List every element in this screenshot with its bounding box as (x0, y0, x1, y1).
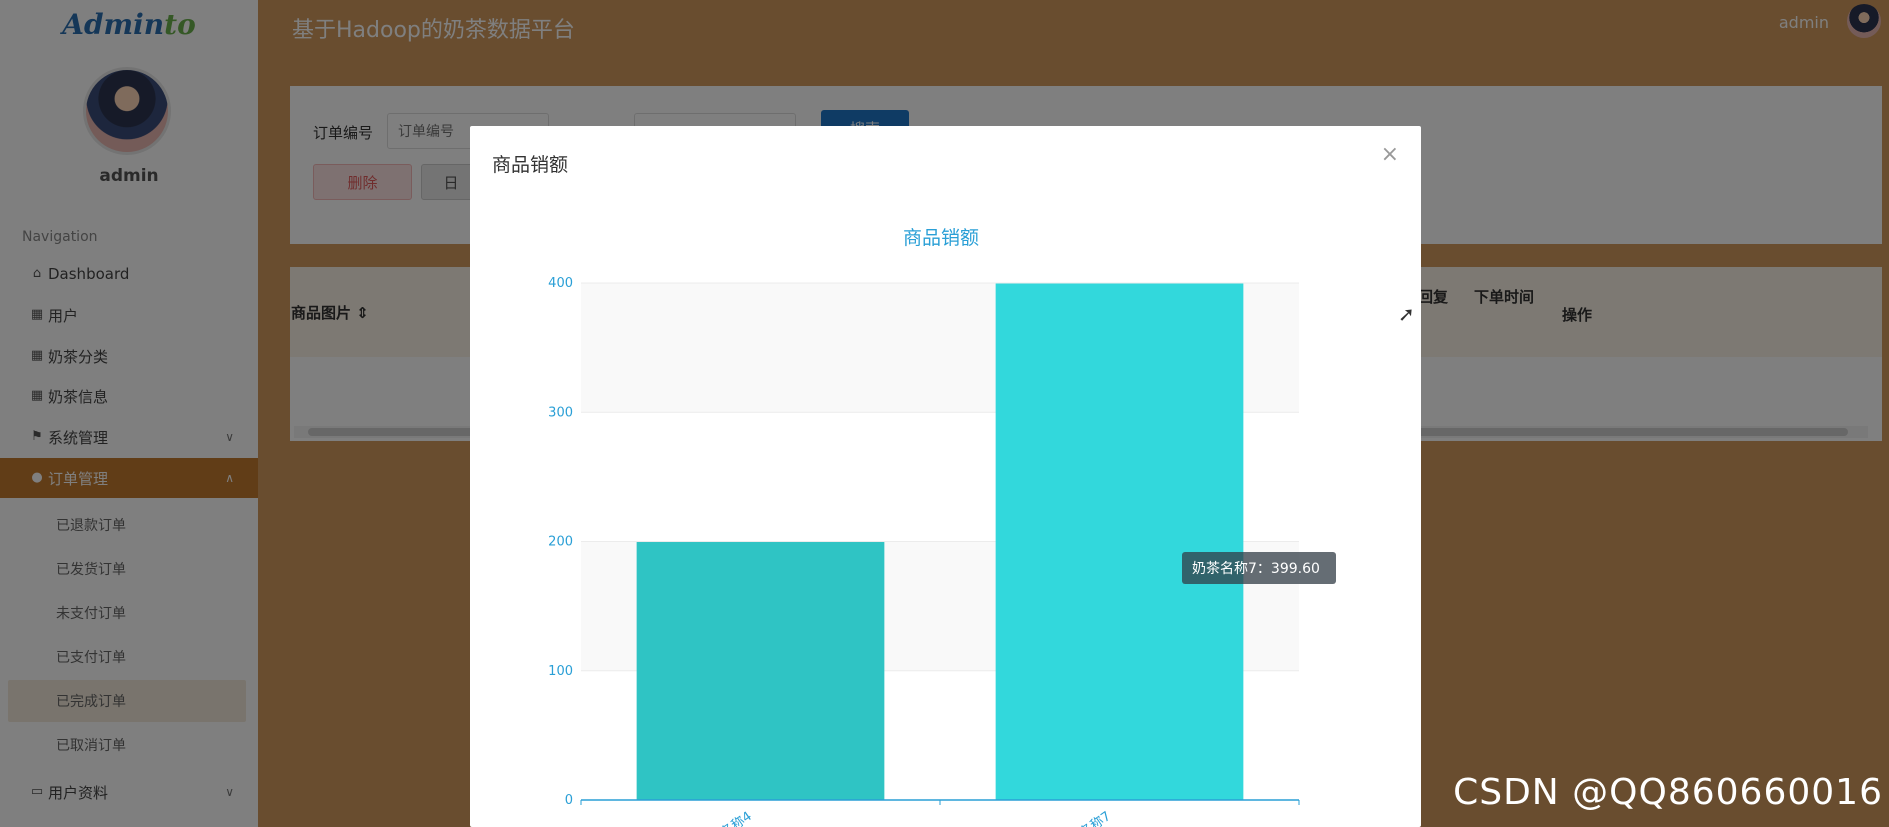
y-tick-label: 100 (548, 664, 573, 679)
close-icon[interactable]: × (1381, 142, 1399, 167)
chart-title: 商品销额 (903, 227, 979, 249)
tooltip-text: 奶茶名称7：399.60 (1192, 561, 1320, 577)
y-tick-label: 200 (548, 535, 573, 550)
x-tick-label: 茶名称4 (707, 808, 755, 827)
y-tick-label: 300 (548, 405, 573, 420)
bar-1[interactable] (636, 542, 885, 800)
sales-modal: 商品销额 × 商品销额 0 100 200 300 400 茶名称4 茶名称7 奶茶名称7：… (470, 126, 1421, 827)
bar-2[interactable] (995, 283, 1244, 801)
y-tick-label: 0 (565, 793, 573, 808)
x-tick-label: 茶名称7 (1066, 808, 1114, 827)
sales-bar-chart: 商品销额 0 100 200 300 400 茶名称4 茶名称7 奶茶名称7：399.60 (548, 227, 1336, 827)
y-tick-label: 400 (548, 276, 573, 291)
chart-tooltip: 奶茶名称7：399.60 (1182, 552, 1336, 584)
watermark: CSDN @QQ860660016 (1453, 772, 1883, 813)
mouse-cursor-icon: ➚ (1398, 302, 1415, 326)
modal-title: 商品销额 (492, 154, 569, 176)
